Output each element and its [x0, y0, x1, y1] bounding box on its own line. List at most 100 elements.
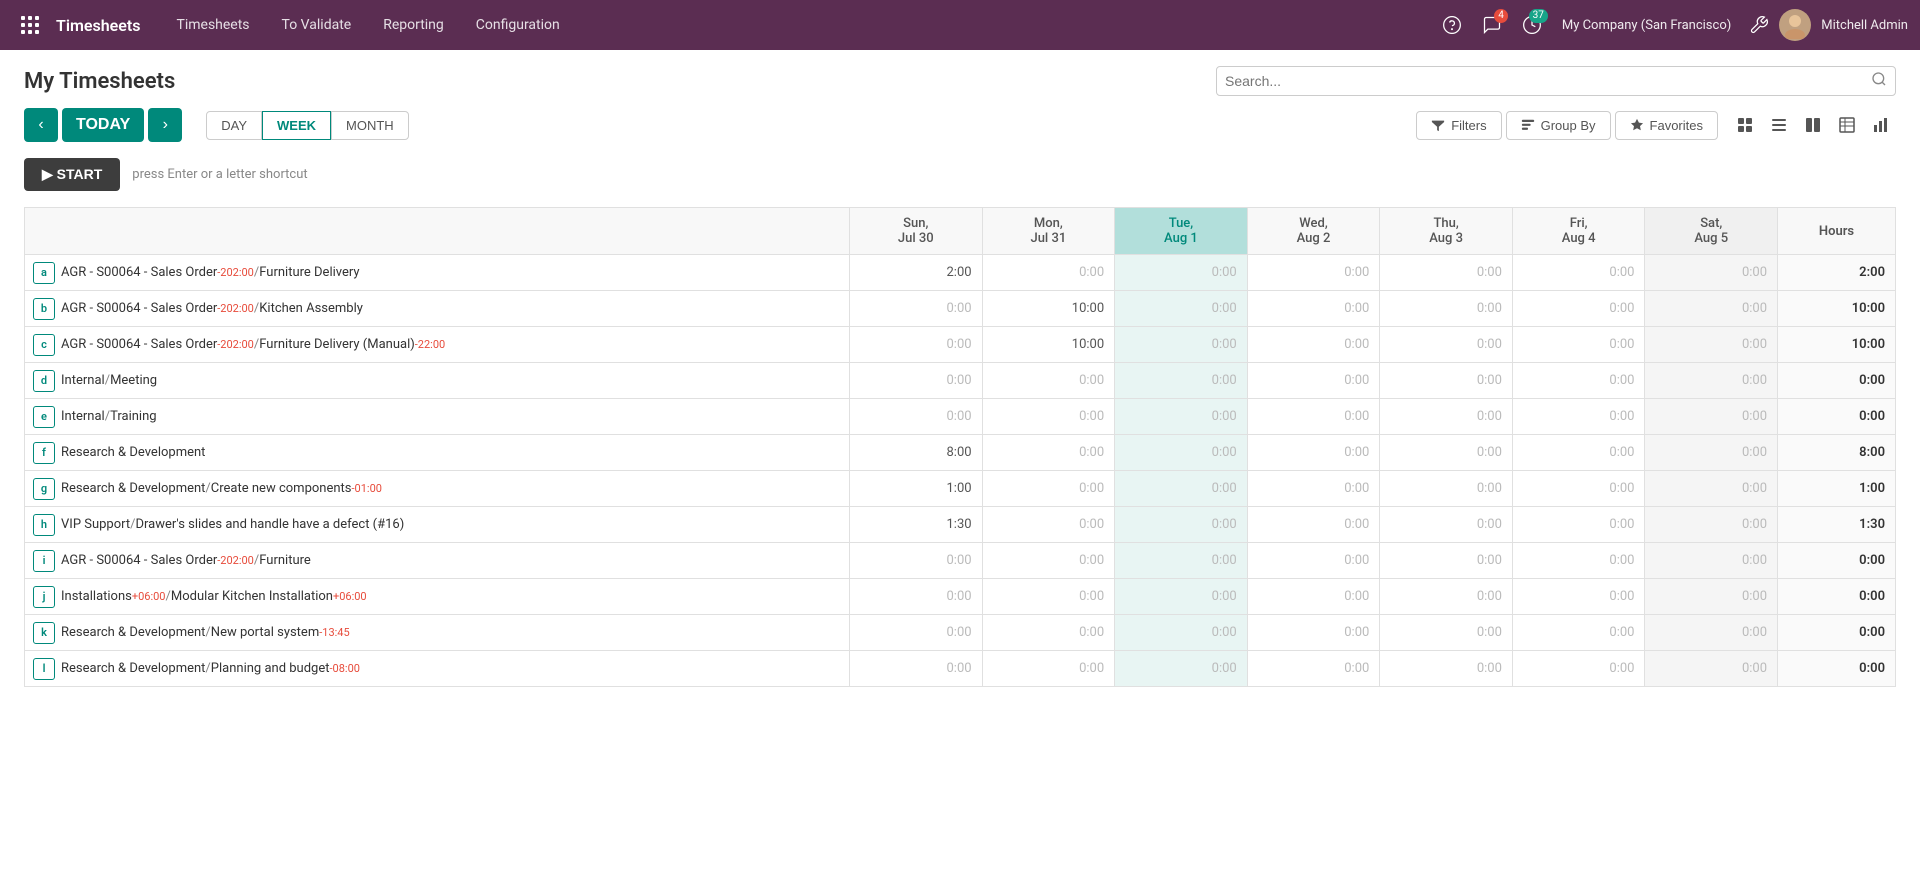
thu-cell[interactable]: 0:00 [1380, 255, 1513, 291]
sat-cell[interactable]: 0:00 [1645, 651, 1778, 687]
sat-cell[interactable]: 0:00 [1645, 543, 1778, 579]
list-view-btn[interactable] [1764, 110, 1794, 140]
sun-cell[interactable]: 0:00 [850, 579, 983, 615]
sat-cell[interactable]: 0:00 [1645, 507, 1778, 543]
chart-view-btn[interactable] [1866, 110, 1896, 140]
row-letter[interactable]: g [33, 478, 55, 500]
row-letter[interactable]: a [33, 262, 55, 284]
nav-configuration[interactable]: Configuration [460, 0, 576, 50]
wed-cell[interactable]: 0:00 [1247, 507, 1380, 543]
tue-cell[interactable]: 0:00 [1115, 543, 1248, 579]
sun-cell[interactable]: 0:00 [850, 291, 983, 327]
thu-cell[interactable]: 0:00 [1380, 507, 1513, 543]
wed-cell[interactable]: 0:00 [1247, 399, 1380, 435]
user-name-label[interactable]: Mitchell Admin [1821, 18, 1908, 33]
task-cell[interactable]: g Research & Development / Create new co… [25, 471, 850, 507]
sun-cell[interactable]: 0:00 [850, 543, 983, 579]
row-letter[interactable]: h [33, 514, 55, 536]
fri-cell[interactable]: 0:00 [1512, 363, 1645, 399]
tue-cell[interactable]: 0:00 [1115, 435, 1248, 471]
mon-cell[interactable]: 0:00 [982, 579, 1115, 615]
apps-icon[interactable] [12, 7, 48, 43]
wed-cell[interactable]: 0:00 [1247, 291, 1380, 327]
task-cell[interactable]: k Research & Development / New portal sy… [25, 615, 850, 651]
tue-cell[interactable]: 0:00 [1115, 507, 1248, 543]
sun-cell[interactable]: 8:00 [850, 435, 983, 471]
thu-cell[interactable]: 0:00 [1380, 327, 1513, 363]
sun-cell[interactable]: 0:00 [850, 363, 983, 399]
wed-cell[interactable]: 0:00 [1247, 543, 1380, 579]
row-letter[interactable]: l [33, 658, 55, 680]
mon-cell[interactable]: 0:00 [982, 507, 1115, 543]
table-row[interactable]: b AGR - S00064 - Sales Order -202:00 / K… [25, 291, 1896, 327]
tue-cell[interactable]: 0:00 [1115, 615, 1248, 651]
next-btn[interactable]: › [148, 108, 182, 142]
tue-cell[interactable]: 0:00 [1115, 255, 1248, 291]
sun-cell[interactable]: 1:00 [850, 471, 983, 507]
task-cell[interactable]: d Internal / Meeting [25, 363, 850, 399]
table-row[interactable]: a AGR - S00064 - Sales Order -202:00 / F… [25, 255, 1896, 291]
tue-cell[interactable]: 0:00 [1115, 579, 1248, 615]
tue-cell[interactable]: 0:00 [1115, 399, 1248, 435]
wed-cell[interactable]: 0:00 [1247, 327, 1380, 363]
fri-cell[interactable]: 0:00 [1512, 399, 1645, 435]
thu-cell[interactable]: 0:00 [1380, 651, 1513, 687]
start-button[interactable]: ▶ START [24, 158, 120, 191]
wed-cell[interactable]: 0:00 [1247, 651, 1380, 687]
row-letter[interactable]: b [33, 298, 55, 320]
tue-cell[interactable]: 0:00 [1115, 363, 1248, 399]
sat-cell[interactable]: 0:00 [1645, 435, 1778, 471]
thu-cell[interactable]: 0:00 [1380, 471, 1513, 507]
mon-cell[interactable]: 10:00 [982, 327, 1115, 363]
task-cell[interactable]: l Research & Development / Planning and … [25, 651, 850, 687]
sat-cell[interactable]: 0:00 [1645, 615, 1778, 651]
form-view-btn[interactable] [1798, 110, 1828, 140]
table-row[interactable]: d Internal / Meeting0:000:000:000:000:00… [25, 363, 1896, 399]
row-letter[interactable]: c [33, 334, 55, 356]
wed-cell[interactable]: 0:00 [1247, 255, 1380, 291]
task-cell[interactable]: j Installations +06:00 / Modular Kitchen… [25, 579, 850, 615]
sun-cell[interactable]: 0:00 [850, 327, 983, 363]
tue-cell[interactable]: 0:00 [1115, 291, 1248, 327]
fri-cell[interactable]: 0:00 [1512, 291, 1645, 327]
nav-to-validate[interactable]: To Validate [266, 0, 368, 50]
table-row[interactable]: g Research & Development / Create new co… [25, 471, 1896, 507]
month-view-btn[interactable]: MONTH [331, 111, 409, 140]
mon-cell[interactable]: 0:00 [982, 363, 1115, 399]
fri-cell[interactable]: 0:00 [1512, 435, 1645, 471]
thu-cell[interactable]: 0:00 [1380, 399, 1513, 435]
nav-timesheets[interactable]: Timesheets [160, 0, 265, 50]
fri-cell[interactable]: 0:00 [1512, 471, 1645, 507]
fri-cell[interactable]: 0:00 [1512, 543, 1645, 579]
task-cell[interactable]: h VIP Support / Drawer's slides and hand… [25, 507, 850, 543]
mon-cell[interactable]: 0:00 [982, 651, 1115, 687]
table-row[interactable]: i AGR - S00064 - Sales Order -202:00 / F… [25, 543, 1896, 579]
wed-cell[interactable]: 0:00 [1247, 471, 1380, 507]
mon-cell[interactable]: 0:00 [982, 435, 1115, 471]
mon-cell[interactable]: 0:00 [982, 471, 1115, 507]
task-cell[interactable]: a AGR - S00064 - Sales Order -202:00 / F… [25, 255, 850, 291]
nav-reporting[interactable]: Reporting [367, 0, 460, 50]
fri-cell[interactable]: 0:00 [1512, 615, 1645, 651]
table-row[interactable]: j Installations +06:00 / Modular Kitchen… [25, 579, 1896, 615]
fri-cell[interactable]: 0:00 [1512, 579, 1645, 615]
table-row[interactable]: c AGR - S00064 - Sales Order -202:00 / F… [25, 327, 1896, 363]
chat-icon-btn[interactable]: 4 [1474, 7, 1510, 43]
table-row[interactable]: k Research & Development / New portal sy… [25, 615, 1896, 651]
row-letter[interactable]: d [33, 370, 55, 392]
mon-cell[interactable]: 0:00 [982, 399, 1115, 435]
wed-cell[interactable]: 0:00 [1247, 435, 1380, 471]
mon-cell[interactable]: 0:00 [982, 615, 1115, 651]
task-cell[interactable]: f Research & Development [25, 435, 850, 471]
tue-cell[interactable]: 0:00 [1115, 471, 1248, 507]
sun-cell[interactable]: 2:00 [850, 255, 983, 291]
fri-cell[interactable]: 0:00 [1512, 507, 1645, 543]
thu-cell[interactable]: 0:00 [1380, 579, 1513, 615]
sat-cell[interactable]: 0:00 [1645, 471, 1778, 507]
group-by-btn[interactable]: Group By [1506, 111, 1611, 140]
sat-cell[interactable]: 0:00 [1645, 363, 1778, 399]
fri-cell[interactable]: 0:00 [1512, 327, 1645, 363]
thu-cell[interactable]: 0:00 [1380, 291, 1513, 327]
tue-cell[interactable]: 0:00 [1115, 651, 1248, 687]
mon-cell[interactable]: 0:00 [982, 255, 1115, 291]
